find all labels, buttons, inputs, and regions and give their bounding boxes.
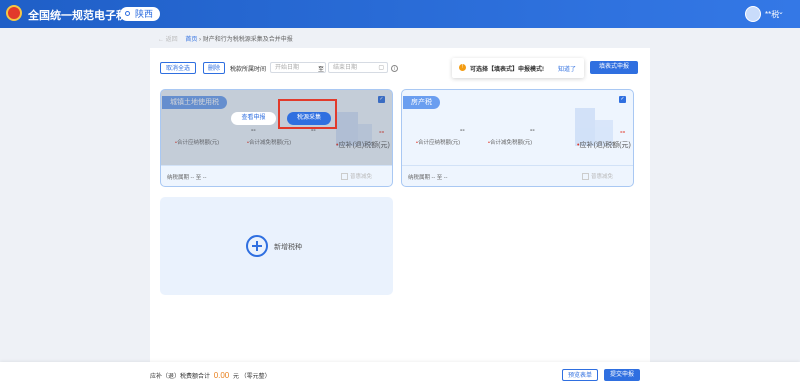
end-date-placeholder: 结束日期: [333, 65, 358, 71]
submit-declaration-button[interactable]: 提交申报: [604, 369, 640, 381]
user-avatar[interactable]: [745, 6, 761, 22]
total-unit: 元: [232, 374, 239, 380]
refund-value: --: [620, 127, 626, 136]
back-link[interactable]: ← 返回: [158, 37, 178, 43]
card-divider: [402, 165, 633, 166]
mode-tip: ! 可选择【填表式】申报模式! 知道了: [452, 58, 584, 78]
location-pin-icon: [125, 11, 130, 16]
info-icon[interactable]: i: [391, 65, 398, 72]
region-label: 陕西: [135, 9, 154, 19]
end-date-input[interactable]: 结束日期 ▢: [328, 62, 388, 73]
preview-form-button[interactable]: 预览表单: [562, 369, 598, 381]
warning-icon: !: [459, 64, 466, 71]
breadcrumb-current: 财产和行为税税源采集及合并申报: [202, 37, 293, 43]
start-date-placeholder: 开始日期: [275, 65, 300, 71]
add-tax-card[interactable]: 新增税种: [160, 197, 393, 295]
period-label: 税款所属时间: [230, 67, 267, 73]
preferential-reduction-toggle[interactable]: 普惠减免: [582, 172, 613, 181]
add-icon[interactable]: [246, 235, 268, 257]
view-declaration-button[interactable]: 查看申报: [231, 112, 276, 125]
tax-period: 纳税属期 -- 至 --: [167, 175, 207, 181]
total-amount: 0.00: [213, 371, 230, 380]
tip-text: 可选择【填表式】申报模式!: [470, 67, 544, 73]
payable-label: •合计应纳税额(元): [416, 140, 461, 146]
breadcrumb-home[interactable]: 首页: [185, 37, 197, 43]
cancel-all-button[interactable]: 取消全选: [160, 62, 196, 74]
payable-value: --: [460, 127, 465, 134]
card-divider: [161, 165, 392, 166]
checkbox-icon: [341, 173, 348, 181]
reduction-value: --: [530, 127, 535, 134]
form-mode-button[interactable]: 填表式申报: [590, 61, 638, 74]
tax-period: 纳税属期 -- 至 --: [408, 175, 448, 181]
highlight-box: [278, 99, 337, 129]
tip-dismiss-link[interactable]: 知道了: [558, 64, 576, 73]
hover-overlay: [161, 90, 392, 165]
total-amount-words: （零元整）: [240, 374, 271, 380]
delete-button[interactable]: 删除: [203, 62, 225, 74]
refund-label: •应补(退)税额(元): [577, 142, 631, 149]
breadcrumb: ← 返回 首页 › 财产和行为税税源采集及合并申报: [158, 34, 293, 43]
total-label: 应补（退）税费额合计: [150, 374, 211, 380]
chevron-down-icon[interactable]: ⌄: [778, 8, 784, 16]
add-tax-label: 新增税种: [274, 244, 302, 251]
reduction-label: •合计减免税额(元): [488, 140, 533, 146]
total-summary: 应补（退）税费额合计 0.00 元 （零元整）: [150, 371, 271, 380]
tax-card-land-use[interactable]: 城镇土地使用税 ✓ -- -- -- •合计应纳税额(元) •合计减免税额(元)…: [160, 89, 393, 187]
tax-emblem-icon: [6, 5, 22, 21]
region-selector[interactable]: 陕西: [120, 7, 161, 21]
checkbox-icon: [582, 173, 589, 181]
top-bar: 全国统一规范电子税务局 陕西 **税 ⌄: [0, 0, 800, 28]
date-separator: 至: [318, 67, 325, 73]
tax-card-property[interactable]: 房产税 ✓ -- -- -- •合计应纳税额(元) •合计减免税额(元) •应补…: [401, 89, 634, 187]
tax-name-badge: 房产税: [403, 96, 440, 109]
preferential-reduction-toggle[interactable]: 普惠减免: [341, 172, 372, 181]
card-checkbox[interactable]: ✓: [619, 96, 626, 103]
footer-bar: 应补（退）税费额合计 0.00 元 （零元整） 预览表单 提交申报: [0, 362, 800, 387]
calendar-icon: ▢: [378, 65, 384, 71]
